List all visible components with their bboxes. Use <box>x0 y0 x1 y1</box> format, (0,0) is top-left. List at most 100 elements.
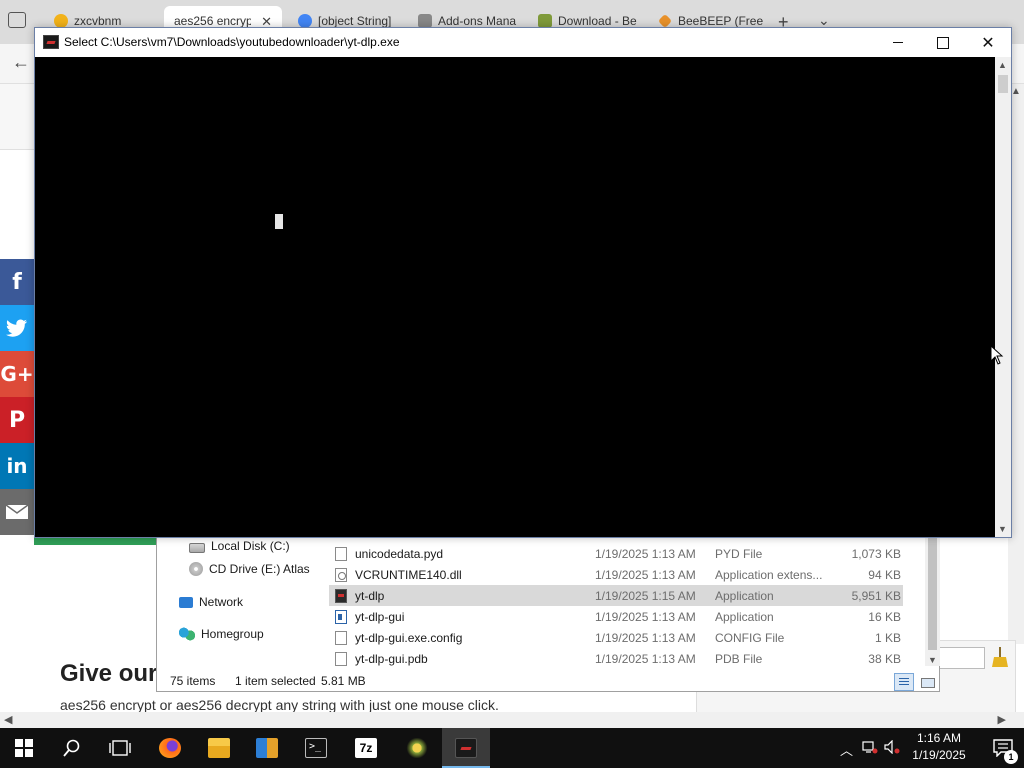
scroll-down-icon[interactable]: ▼ <box>928 655 937 665</box>
file-type: PYD File <box>715 546 763 561</box>
file-row[interactable]: VCRUNTIME140.dll 1/19/2025 1:13 AM Appli… <box>329 564 903 585</box>
green-action-bar[interactable] <box>34 537 160 545</box>
social-share-bar: f G+ P in <box>0 259 34 535</box>
file-row[interactable]: yt-dlp-gui.pdb 1/19/2025 1:13 AM PDB Fil… <box>329 648 903 669</box>
notification-count-badge: 1 <box>1004 750 1018 764</box>
command-prompt-icon: >_ <box>305 738 327 758</box>
taskbar-command-prompt[interactable]: >_ <box>292 728 340 768</box>
nav-item-cd-drive[interactable]: CD Drive (E:) Atlas <box>189 559 310 579</box>
page-description: aes256 encrypt or aes256 decrypt any str… <box>60 697 499 713</box>
file-type: CONFIG File <box>715 630 785 645</box>
emoji-favicon-icon <box>54 14 68 28</box>
pinterest-icon[interactable]: P <box>0 397 34 443</box>
control-panel-icon <box>256 738 278 758</box>
file-row[interactable]: unicodedata.pyd 1/19/2025 1:13 AM PYD Fi… <box>329 543 903 564</box>
nav-item-label: Local Disk (C:) <box>211 539 290 553</box>
file-list-scrollbar[interactable]: ▼ <box>925 538 940 666</box>
search-icon <box>63 739 80 757</box>
nav-item-homegroup[interactable]: Homegroup <box>179 624 264 644</box>
taskbar-firefox[interactable] <box>146 728 194 768</box>
status-bar: 75 items 1 item selected 5.81 MB <box>157 670 939 692</box>
console-title-bar[interactable]: Select C:\Users\vm7\Downloads\youtubedow… <box>35 28 1011 57</box>
side-panel-input[interactable] <box>937 647 985 669</box>
file-date: 1/19/2025 1:13 AM <box>595 567 696 582</box>
file-date: 1/19/2025 1:13 AM <box>595 651 696 666</box>
scroll-right-icon[interactable]: ▶ <box>998 713 1006 726</box>
taskbar-yt-dlp[interactable] <box>442 728 490 768</box>
yt-dlp-icon <box>455 738 477 758</box>
search-button[interactable] <box>48 728 96 768</box>
file-type: Application <box>715 609 774 624</box>
file-row-selected[interactable]: yt-dlp 1/19/2025 1:15 AM Application 5,9… <box>329 585 903 606</box>
clock-time[interactable]: 1:16 AM <box>896 731 982 745</box>
scroll-up-icon[interactable]: ▲ <box>998 60 1007 70</box>
taskbar-file-explorer[interactable] <box>195 728 243 768</box>
nav-item-label: Homegroup <box>201 627 264 641</box>
file-icon <box>335 631 347 645</box>
file-type: PDB File <box>715 651 763 666</box>
show-hidden-icons-icon[interactable]: ︿ <box>840 740 853 759</box>
taskbar: >_ 7z ︿ 1:16 AM 1/19/2025 1 <box>0 728 1024 768</box>
nav-item-network[interactable]: Network <box>179 592 243 612</box>
browser-tab-label: aes256 encrypt <box>174 14 252 28</box>
scrollbar-thumb[interactable] <box>928 538 937 650</box>
mouse-pointer-icon <box>990 344 1004 365</box>
text-cursor <box>275 214 283 229</box>
scroll-up-icon[interactable]: ▲ <box>1011 86 1021 97</box>
nav-item-label: Network <box>199 595 244 609</box>
linkedin-icon[interactable]: in <box>0 443 34 489</box>
beebeep-favicon-icon <box>657 13 673 29</box>
browser-tab-label: zxcvbnm <box>74 14 122 28</box>
task-view-button[interactable] <box>96 728 144 768</box>
facebook-icon[interactable]: f <box>0 259 34 305</box>
start-button[interactable] <box>0 728 48 768</box>
browser-tab-label: [object String] <box>318 14 392 28</box>
browser-tab-label: BeeBEEP (Free <box>678 14 764 28</box>
task-view-icon <box>109 740 131 756</box>
maximize-button[interactable] <box>920 28 966 57</box>
email-icon[interactable] <box>0 489 34 535</box>
network-status-icon[interactable] <box>862 740 878 757</box>
console-title: Select C:\Users\vm7\Downloads\youtubedow… <box>64 35 400 49</box>
file-type: Application extens... <box>715 567 823 582</box>
action-center-button[interactable] <box>982 728 1024 768</box>
clock-date[interactable]: 1/19/2025 <box>896 748 982 762</box>
homegroup-icon <box>179 627 195 641</box>
file-row[interactable]: yt-dlp-gui 1/19/2025 1:13 AM Application… <box>329 606 903 627</box>
tab-overview-icon[interactable] <box>8 12 26 28</box>
console-output-area[interactable] <box>35 57 995 537</box>
file-name: unicodedata.pyd <box>355 546 444 561</box>
file-date: 1/19/2025 1:13 AM <box>595 609 696 624</box>
file-explorer-window: Local Disk (C:) CD Drive (E:) Atlas Netw… <box>156 537 940 692</box>
broom-icon[interactable] <box>991 647 1009 667</box>
console-scrollbar[interactable]: ▲ ▼ <box>995 57 1011 537</box>
console-app-icon <box>43 35 59 49</box>
file-name: yt-dlp-gui.exe.config <box>355 630 463 645</box>
google-plus-icon[interactable]: G+ <box>0 351 34 397</box>
scroll-down-icon[interactable]: ▼ <box>998 524 1007 534</box>
close-button[interactable]: ✕ <box>965 28 1011 57</box>
taskbar-7zip[interactable]: 7z <box>342 728 390 768</box>
application-icon <box>335 589 347 603</box>
file-type: Application <box>715 588 774 603</box>
file-row[interactable]: yt-dlp-gui.exe.config 1/19/2025 1:13 AM … <box>329 627 903 648</box>
taskbar-control-panel[interactable] <box>243 728 291 768</box>
file-size: 94 KB <box>868 567 901 582</box>
file-size: 38 KB <box>868 651 901 666</box>
page-heading: Give our <box>60 660 158 687</box>
browser-tab-label: Add-ons Mana <box>438 14 517 28</box>
details-view-button[interactable] <box>894 673 914 691</box>
taskbar-beebeep[interactable] <box>393 728 441 768</box>
page-horizontal-scrollbar[interactable]: ◀ ▶ <box>0 712 1024 728</box>
drive-icon <box>189 543 205 553</box>
minimize-button[interactable] <box>875 28 921 57</box>
file-size: 16 KB <box>868 609 901 624</box>
nav-item-local-disk[interactable]: Local Disk (C:) <box>189 536 290 556</box>
navigation-pane: Local Disk (C:) CD Drive (E:) Atlas Netw… <box>157 538 329 666</box>
back-button[interactable]: ← <box>12 52 30 73</box>
scrollbar-thumb[interactable] <box>998 75 1008 93</box>
scroll-left-icon[interactable]: ◀ <box>4 713 12 726</box>
file-list: unicodedata.pyd 1/19/2025 1:13 AM PYD Fi… <box>329 538 925 666</box>
twitter-icon[interactable] <box>0 305 34 351</box>
large-icons-view-button[interactable] <box>918 673 936 691</box>
